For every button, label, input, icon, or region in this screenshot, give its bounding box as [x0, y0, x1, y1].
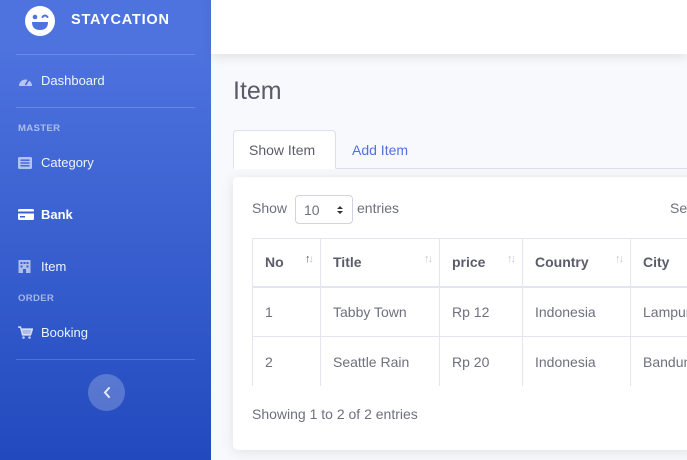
cell-country: Indonesia [522, 286, 631, 337]
entries-label: entries [357, 200, 400, 216]
tachometer-icon [18, 74, 34, 88]
chevron-left-icon [103, 387, 110, 398]
cell-price: Rp 20 [439, 336, 523, 386]
column-header-label: City [643, 254, 670, 271]
column-header-label: No [265, 254, 284, 271]
entries-length-value: 10 [304, 201, 320, 218]
entries-length-select[interactable]: 10 [295, 195, 353, 224]
sort-icon: ↑↓ [615, 253, 624, 265]
laugh-wink-icon [25, 6, 55, 36]
page-title: Item [233, 77, 282, 105]
table-row: 1 Tabby Town Rp 12 Indonesia Lampung [252, 286, 687, 337]
column-header-title[interactable]: Title ↑↓ [320, 238, 440, 288]
building-icon [18, 260, 34, 274]
sidebar-heading-order: ORDER [18, 293, 55, 304]
table-info-text: Showing 1 to 2 of 2 entries [252, 406, 418, 422]
table-row: 2 Seattle Rain Rp 20 Indonesia Bandung [252, 336, 687, 386]
cart-icon [18, 326, 34, 340]
show-label: Show [252, 200, 288, 216]
items-table-wrapper: No ↑↓ Title ↑↓ price ↑↓ Country ↑↓ City [252, 238, 687, 386]
credit-card-icon [18, 208, 34, 222]
sidebar-item-item[interactable]: Item [18, 259, 66, 274]
cell-country: Indonesia [522, 336, 631, 386]
tab-show-item[interactable]: Show Item [233, 130, 336, 169]
sidebar-toggle-button[interactable] [88, 374, 125, 411]
topbar [211, 0, 687, 54]
tab-add-item[interactable]: Add Item [352, 130, 408, 169]
sidebar-heading-master: MASTER [18, 123, 61, 134]
sidebar-item-dashboard[interactable]: Dashboard [18, 73, 105, 88]
search-label: Se [670, 200, 687, 216]
sidebar-item-label: Dashboard [41, 73, 105, 88]
column-header-label: price [452, 254, 486, 271]
table-header-row: No ↑↓ Title ↑↓ price ↑↓ Country ↑↓ City [252, 238, 687, 288]
cell-price: Rp 12 [439, 286, 523, 337]
cell-title: Seattle Rain [320, 336, 440, 386]
sort-icon: ↑↓ [507, 253, 516, 265]
column-header-no[interactable]: No ↑↓ [252, 238, 321, 288]
sidebar-item-category[interactable]: Category [18, 155, 94, 170]
sidebar-divider [16, 359, 195, 360]
select-arrows-icon [337, 206, 343, 214]
column-header-city[interactable]: City [630, 238, 687, 288]
column-header-label: Title [333, 254, 362, 271]
sidebar-divider [16, 107, 195, 108]
sidebar-item-label: Item [41, 259, 67, 274]
sidebar-divider [16, 54, 195, 55]
cell-title: Tabby Town [320, 286, 440, 337]
sidebar-item-label: Category [41, 155, 94, 170]
sidebar-item-booking[interactable]: Booking [18, 325, 88, 340]
cell-city: Bandung [630, 336, 687, 386]
sidebar-brand[interactable]: STAYCATION [0, 0, 211, 40]
cell-city: Lampung [630, 286, 687, 337]
sort-icon: ↑↓ [424, 253, 433, 265]
column-header-label: Country [535, 254, 589, 271]
column-header-price[interactable]: price ↑↓ [439, 238, 523, 288]
sort-ascending-icon: ↑↓ [305, 253, 314, 265]
items-table: No ↑↓ Title ↑↓ price ↑↓ Country ↑↓ City [252, 238, 687, 386]
column-header-country[interactable]: Country ↑↓ [522, 238, 631, 288]
cell-no: 1 [252, 286, 321, 337]
list-icon [18, 156, 34, 170]
sidebar: STAYCATION Dashboard MASTER Category Ban… [0, 0, 211, 460]
sidebar-item-label: Booking [41, 325, 88, 340]
brand-name: STAYCATION [71, 12, 170, 28]
sidebar-item-label: Bank [41, 207, 73, 222]
sidebar-item-bank[interactable]: Bank [18, 207, 73, 222]
cell-no: 2 [252, 336, 321, 386]
